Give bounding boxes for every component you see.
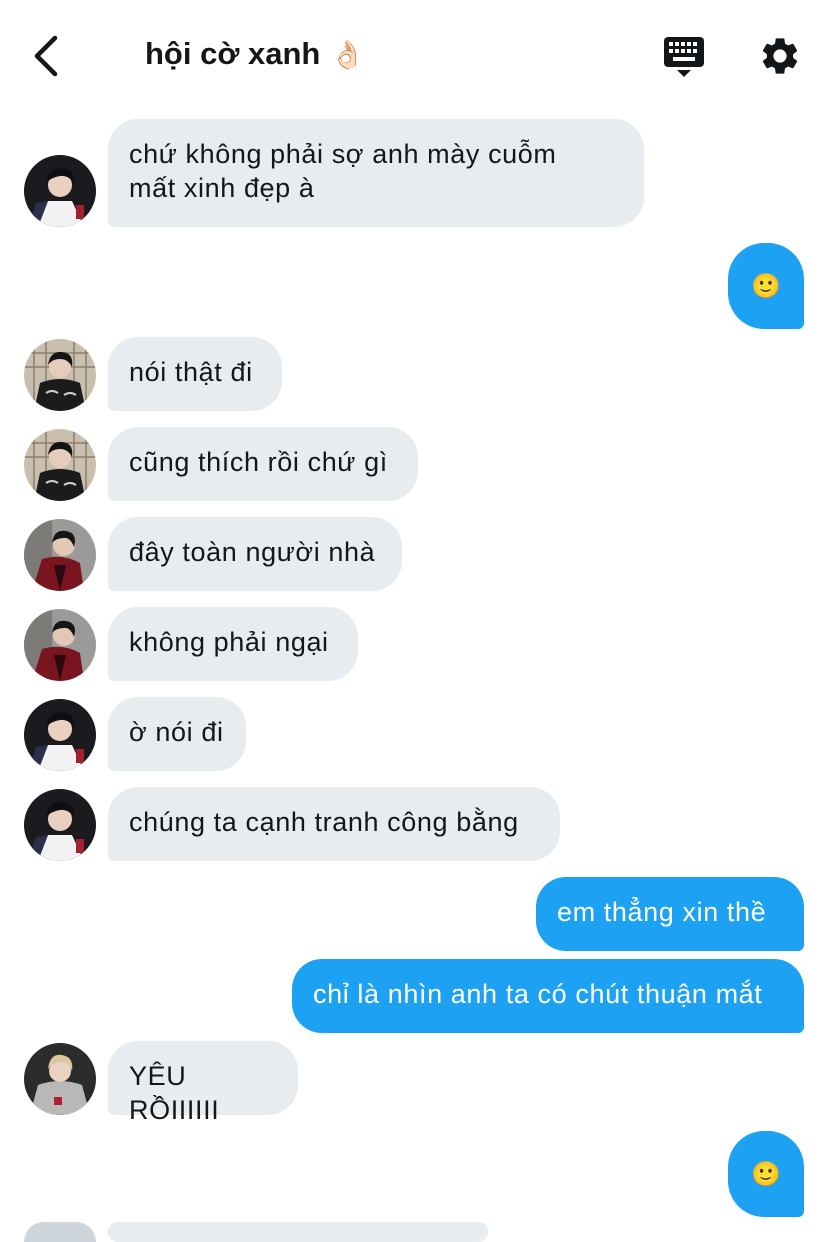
incoming-message-bubble[interactable]: ờ nói đi — [108, 697, 246, 771]
incoming-message-bubble[interactable]: chứ không phải sợ anh mày cuỗm mất xinh … — [108, 119, 644, 227]
avatar[interactable] — [24, 429, 96, 501]
keyboard-icon — [664, 37, 704, 77]
slight-smile-emoji: 🙂 — [751, 272, 781, 300]
avatar-grey-hoodie-user — [24, 1043, 96, 1115]
conversation-title: hội cờ xanh 👌🏻 — [145, 36, 365, 72]
avatar[interactable] — [24, 155, 96, 227]
avatar[interactable] — [24, 339, 96, 411]
incoming-message-bubble[interactable]: không phải ngại — [108, 607, 358, 681]
incoming-message-bubble[interactable]: chúng ta cạnh tranh công bằng — [108, 787, 560, 861]
avatar-black-jacket-user — [24, 339, 96, 411]
incoming-message-bubble — [108, 1222, 488, 1242]
avatar — [24, 1222, 96, 1242]
avatar[interactable] — [24, 1043, 96, 1115]
gear-icon — [762, 38, 798, 74]
avatar-dark-hair-user — [24, 699, 96, 771]
avatar[interactable] — [24, 519, 96, 591]
chevron-left-icon — [34, 35, 58, 77]
settings-button[interactable] — [758, 34, 802, 78]
avatar[interactable] — [24, 609, 96, 681]
conversation-title-text: hội cờ xanh — [145, 36, 321, 71]
keyboard-button[interactable] — [660, 34, 708, 80]
avatar-dark-hair-user — [24, 789, 96, 861]
avatar-red-jacket-user — [24, 519, 96, 591]
outgoing-emoji-bubble[interactable]: 🙂 — [728, 1131, 804, 1217]
avatar-red-jacket-user — [24, 609, 96, 681]
outgoing-message-bubble[interactable]: chỉ là nhìn anh ta có chút thuận mắt — [292, 959, 804, 1033]
incoming-message-bubble[interactable]: đây toàn người nhà — [108, 517, 402, 591]
slight-smile-emoji: 🙂 — [751, 1160, 781, 1188]
avatar-black-jacket-user — [24, 429, 96, 501]
ok-hand-emoji: 👌🏻 — [330, 38, 366, 70]
avatar[interactable] — [24, 699, 96, 771]
incoming-message-bubble[interactable]: cũng thích rồi chứ gì — [108, 427, 418, 501]
conversation-header: hội cờ xanh 👌🏻 — [0, 0, 828, 112]
back-button[interactable] — [26, 30, 66, 82]
incoming-message-bubble[interactable]: YÊU RỒIIIIII — [108, 1041, 298, 1125]
avatar[interactable] — [24, 789, 96, 861]
incoming-message-bubble[interactable]: nói thật đi — [108, 337, 282, 411]
outgoing-message-bubble[interactable]: em thẳng xin thề — [536, 877, 804, 951]
avatar-dark-hair-user — [24, 155, 96, 227]
outgoing-emoji-bubble[interactable]: 🙂 — [728, 243, 804, 329]
